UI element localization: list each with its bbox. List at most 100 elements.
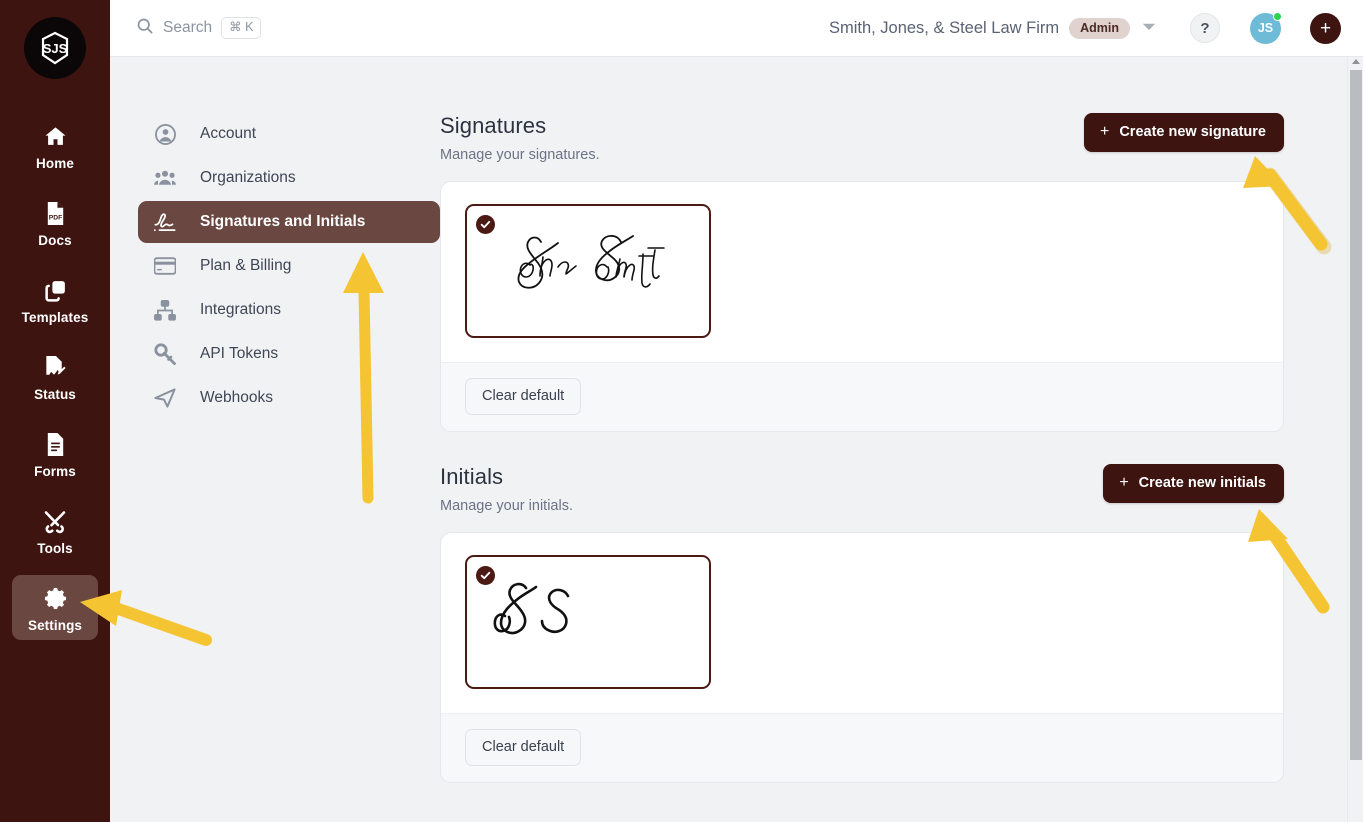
initials-title: Initials xyxy=(440,464,504,489)
initials-card-body xyxy=(441,533,1283,713)
rail-item-forms[interactable]: Forms xyxy=(12,421,98,486)
initials-image-js xyxy=(481,574,591,671)
plus-icon: + xyxy=(1319,17,1332,39)
signatures-section-header: Signatures Manage your signatures. + Cre… xyxy=(440,113,1284,163)
rail-item-docs[interactable]: PDF Docs xyxy=(12,190,98,255)
settings-nav-label: Webhooks xyxy=(200,389,273,406)
pdf-document-icon: PDF xyxy=(44,198,67,228)
settings-nav-item-plan-and-billing[interactable]: Plan & Billing xyxy=(138,245,440,287)
webhook-send-icon xyxy=(154,387,176,409)
clear-default-initials-button[interactable]: Clear default xyxy=(465,729,582,766)
rail-item-home[interactable]: Home xyxy=(12,113,98,178)
initials-section-header: Initials Manage your initials. + Create … xyxy=(440,464,1284,514)
signed-document-icon xyxy=(43,352,67,382)
top-header-bar: Search ⌘ K Smith, Jones, & Steel Law Fir… xyxy=(110,0,1363,57)
sitemap-icon xyxy=(154,299,176,321)
rail-item-label: Templates xyxy=(21,310,89,325)
rail-item-list: Home PDF Docs Templates Status Forms Too… xyxy=(0,113,110,652)
rail-item-tools[interactable]: Tools xyxy=(12,498,98,563)
form-lines-icon xyxy=(44,429,67,459)
add-new-button[interactable]: + xyxy=(1310,12,1341,44)
create-new-signature-label: Create new signature xyxy=(1119,124,1266,140)
initials-titles: Initials Manage your initials. xyxy=(440,464,1103,514)
svg-text:SJS: SJS xyxy=(43,41,68,56)
templates-copy-icon xyxy=(43,275,68,305)
signatures-section: Signatures Manage your signatures. + Cre… xyxy=(440,113,1284,432)
help-question-icon: ? xyxy=(1200,19,1210,37)
initials-tile[interactable] xyxy=(465,555,711,689)
settings-nav-item-organizations[interactable]: Organizations xyxy=(138,157,440,199)
tools-wrench-screwdriver-icon xyxy=(42,506,68,536)
settings-nav-label: Account xyxy=(200,125,257,142)
initials-card-footer: Clear default xyxy=(441,713,1283,782)
search-button[interactable]: Search ⌘ K xyxy=(130,17,262,40)
gear-icon xyxy=(42,583,69,613)
signatures-titles: Signatures Manage your signatures. xyxy=(440,113,1084,163)
chevron-down-icon[interactable] xyxy=(1142,19,1156,37)
avatar[interactable]: JS xyxy=(1250,11,1282,44)
settings-nav-item-api-tokens[interactable]: API Tokens xyxy=(138,333,440,375)
page-body: Account Organizations Signatures and Ini… xyxy=(110,57,1363,822)
svg-text:PDF: PDF xyxy=(48,214,61,221)
role-badge: Admin xyxy=(1069,17,1130,39)
create-new-signature-button[interactable]: + Create new signature xyxy=(1083,113,1284,152)
settings-nav-label: API Tokens xyxy=(200,345,279,362)
rail-item-label: Home xyxy=(36,156,74,171)
online-status-dot-icon xyxy=(1273,11,1282,21)
initials-section: Initials Manage your initials. + Create … xyxy=(440,464,1284,783)
settings-scroll-pane: Account Organizations Signatures and Ini… xyxy=(110,57,1347,822)
settings-nav-item-integrations[interactable]: Integrations xyxy=(138,289,440,331)
signature-image-john-smith xyxy=(481,226,681,317)
logo-monogram-icon: SJS xyxy=(41,31,69,65)
signature-icon xyxy=(154,211,176,233)
rail-item-label: Status xyxy=(34,387,76,402)
people-group-icon xyxy=(154,167,176,189)
settings-nav-label: Signatures and Initials xyxy=(200,213,366,230)
settings-nav-label: Integrations xyxy=(200,301,281,318)
create-new-initials-button[interactable]: + Create new initials xyxy=(1103,464,1284,503)
rail-item-status[interactable]: Status xyxy=(12,344,98,409)
settings-nav-item-account[interactable]: Account xyxy=(138,113,440,155)
user-circle-icon xyxy=(154,123,176,145)
rail-item-label: Forms xyxy=(34,464,76,479)
initials-card: Clear default xyxy=(440,532,1284,783)
signature-tile[interactable] xyxy=(465,204,711,338)
app-logo[interactable]: SJS xyxy=(24,17,86,79)
create-new-initials-label: Create new initials xyxy=(1138,475,1266,491)
help-button[interactable]: ? xyxy=(1190,13,1220,43)
settings-nav-item-webhooks[interactable]: Webhooks xyxy=(138,377,440,419)
main-column: Search ⌘ K Smith, Jones, & Steel Law Fir… xyxy=(110,0,1363,822)
home-icon xyxy=(43,121,68,151)
page-scrollbar[interactable] xyxy=(1347,57,1363,822)
signatures-card-body xyxy=(441,182,1283,362)
clear-default-signature-button[interactable]: Clear default xyxy=(465,378,582,415)
rail-item-label: Tools xyxy=(37,541,73,556)
primary-nav-rail: SJS Home PDF Docs Templates Status Forms… xyxy=(0,0,110,822)
signatures-card: Clear default xyxy=(440,181,1284,432)
settings-content: Signatures Manage your signatures. + Cre… xyxy=(440,113,1347,822)
plus-icon: + xyxy=(1099,123,1110,140)
key-icon xyxy=(154,343,176,365)
check-circle-icon xyxy=(476,215,495,234)
rail-item-templates[interactable]: Templates xyxy=(12,267,98,332)
settings-nav-item-signatures-and-initials[interactable]: Signatures and Initials xyxy=(138,201,440,243)
signatures-card-footer: Clear default xyxy=(441,362,1283,431)
organization-name: Smith, Jones, & Steel Law Firm xyxy=(828,18,1060,37)
scroll-up-arrow-icon[interactable] xyxy=(1351,59,1360,64)
rail-item-label: Settings xyxy=(27,618,83,633)
search-label: Search xyxy=(163,19,213,36)
app-window: SJS Home PDF Docs Templates Status Forms… xyxy=(0,0,1363,822)
rail-item-label: Docs xyxy=(38,233,72,248)
settings-nav-label: Plan & Billing xyxy=(200,257,292,274)
settings-nav: Account Organizations Signatures and Ini… xyxy=(110,113,440,822)
search-shortcut-key: ⌘ K xyxy=(221,17,262,39)
rail-item-settings[interactable]: Settings xyxy=(12,575,98,640)
page-title: Signatures xyxy=(440,113,547,138)
avatar-initials: JS xyxy=(1257,21,1274,35)
search-icon xyxy=(136,17,154,40)
credit-card-icon xyxy=(154,255,176,277)
signatures-subtitle: Manage your signatures. xyxy=(440,147,600,163)
scrollbar-thumb[interactable] xyxy=(1350,70,1362,760)
settings-nav-label: Organizations xyxy=(200,169,296,186)
initials-subtitle: Manage your initials. xyxy=(440,498,573,514)
